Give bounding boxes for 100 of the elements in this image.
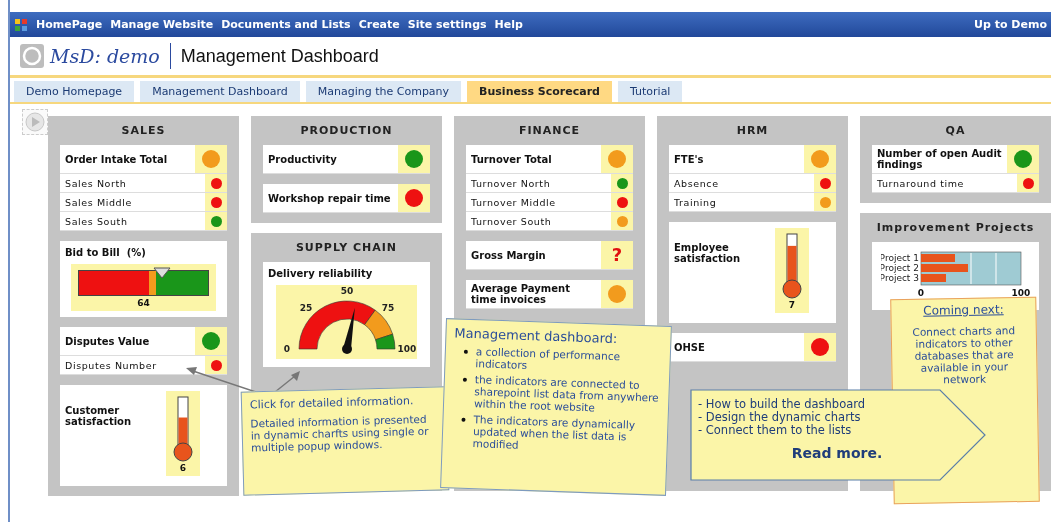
indicator-row[interactable]: FTE's (669, 145, 836, 174)
indicator-row[interactable]: Workshop repair time (263, 184, 430, 213)
nav-link[interactable]: Help (494, 18, 523, 31)
indicator-label: FTE's (673, 152, 705, 167)
site-logo-icon (14, 17, 28, 32)
nav-link[interactable]: Create (358, 18, 400, 31)
indicator-row[interactable]: Training (669, 193, 836, 212)
indicator-label: Average Payment time invoices (470, 282, 571, 307)
unknown-status-mark: ? (611, 246, 623, 264)
thermometer-reading: 6 (179, 463, 187, 473)
panel-title: FINANCE (517, 123, 582, 137)
leader-arrow (186, 367, 257, 393)
indicator-row[interactable]: Turnover North (466, 174, 633, 193)
indicator-row[interactable]: Disputes Value (60, 327, 227, 356)
nav-link[interactable]: Manage Website (110, 18, 214, 31)
note-text: Connect charts and indicators to other databases that are available in your network (911, 323, 1017, 387)
indicator-row[interactable]: Sales North (60, 174, 227, 193)
indicator-label: Turnaround time (876, 176, 966, 191)
panel-title: QA (944, 123, 967, 137)
indicator-row[interactable]: Productivity (263, 145, 430, 174)
read-more-link[interactable]: Read more. (791, 444, 883, 461)
indicator-row[interactable]: Absence (669, 174, 836, 193)
note-title: Coming next: (923, 302, 1004, 318)
note-title: Management dashboard: (454, 325, 619, 348)
x-tick-label: 100 (1011, 288, 1030, 298)
bullet-icon (461, 418, 466, 423)
indicator-row[interactable]: Turnover Total (466, 145, 633, 174)
indicator-label: Sales Middle (64, 195, 133, 210)
indicator-row[interactable]: Disputes Number (60, 356, 227, 375)
note-text: The indicators are dynamically updated when the list data is modified (472, 413, 637, 454)
note-text: - Design the dynamic charts (698, 411, 862, 425)
indicator-row[interactable]: Average Payment time invoices (466, 280, 633, 309)
indicator-label: Number of open Audit findings (876, 147, 1003, 172)
note-title: Click for detailed information. (249, 393, 415, 412)
note-text: Detailed information is presented in dynamic charfts using single or multiple popup windows. (250, 412, 430, 454)
logo-icon (20, 44, 44, 68)
widget-label: Employee satisfaction (674, 241, 742, 264)
indicator-label: Turnover North (470, 176, 552, 191)
indicator-row[interactable]: Turnaround time (872, 174, 1039, 193)
indicator-label: Turnover Total (470, 152, 553, 167)
bar (920, 264, 968, 272)
indicator-row[interactable]: OHSE (669, 333, 836, 362)
indicator-row[interactable]: Sales South (60, 212, 227, 231)
indicator-label: Order Intake Total (64, 152, 169, 167)
bar (920, 254, 955, 262)
panel-title: HRM (735, 123, 770, 137)
gauge-reading: 64 (137, 298, 150, 308)
callout-arrow[interactable]: - How to build the dashboard - Design the dynamic charts - Connect them to the lists Read more. (690, 389, 986, 481)
widget-card[interactable]: Bid to Bill (%) 64 (60, 241, 227, 317)
panel-title: SUPPLY CHAIN (294, 240, 399, 254)
indicator-label: Disputes Number (64, 358, 158, 373)
widget-label: Delivery reliability (268, 268, 374, 279)
x-tick-label: 0 (917, 288, 924, 298)
grid-lines (970, 252, 996, 285)
nav-link[interactable]: HomePage (36, 18, 103, 31)
tab[interactable]: Demo Homepage (14, 81, 135, 102)
indicator-label: OHSE (673, 340, 706, 355)
indicator-row[interactable]: Turnover Middle (466, 193, 633, 212)
bullet-icon (462, 377, 467, 382)
note-text: the indicators are connected to sharepoint list data from anywhere within the root website (473, 373, 660, 415)
indicator-label: Turnover Middle (470, 195, 557, 210)
nav-link[interactable]: Documents and Lists (221, 18, 351, 31)
indicator-label: Productivity (267, 152, 338, 167)
widget-card[interactable]: Delivery reliability 0 25 50 75 100 (263, 262, 430, 367)
nav-link[interactable]: Up to Demo (974, 18, 1047, 31)
indicator-label: Disputes Value (64, 334, 151, 349)
widget-label: Bid to Bill (%) (65, 247, 147, 258)
widget-label: Customer satisfaction (65, 404, 133, 427)
indicator-row[interactable]: Order Intake Total (60, 145, 227, 174)
widget-card[interactable]: Customer satisfaction 6 (60, 385, 227, 486)
tab[interactable]: Managing the Company (305, 81, 462, 102)
nav-link[interactable]: Site settings (407, 18, 487, 31)
site-logo-text: MsD: demo (50, 45, 160, 67)
panel-title: SALES (120, 123, 167, 137)
tab[interactable]: Business Scorecard (467, 81, 612, 102)
tab[interactable]: Management Dashboard (140, 81, 300, 102)
thermometer-icon (781, 233, 803, 299)
category-label: Project 2 (880, 263, 919, 273)
indicator-label: Sales South (64, 214, 129, 229)
indicator-label: Training (673, 195, 718, 210)
thermometer-icon (172, 396, 194, 462)
panel-title: PRODUCTION (299, 123, 394, 137)
indicator-row[interactable]: Sales Middle (60, 193, 227, 212)
widget-card[interactable]: Employee satisfaction 7 (669, 222, 836, 323)
indicator-label: Workshop repair time (267, 191, 392, 206)
play-button[interactable] (22, 109, 48, 135)
indicator-label: Turnover South (470, 214, 553, 229)
panel-title: Improvement Projects (875, 220, 1036, 234)
indicator-row[interactable]: Number of open Audit findings (872, 145, 1039, 174)
tab[interactable]: Tutorial (618, 81, 683, 102)
bullet-icon (463, 349, 468, 354)
note-text: - How to build the dashboard (698, 398, 867, 411)
indicator-row[interactable]: Turnover South (466, 212, 633, 231)
bar (920, 274, 946, 282)
indicator-row[interactable]: Gross Margin ? (466, 241, 633, 270)
indicator-label: Gross Margin (470, 248, 547, 263)
leader-arrow (274, 371, 300, 393)
indicator-label: Absence (673, 176, 720, 191)
category-label: Project 3 (880, 273, 919, 283)
note-text: a collection of performance indicators (475, 345, 622, 374)
